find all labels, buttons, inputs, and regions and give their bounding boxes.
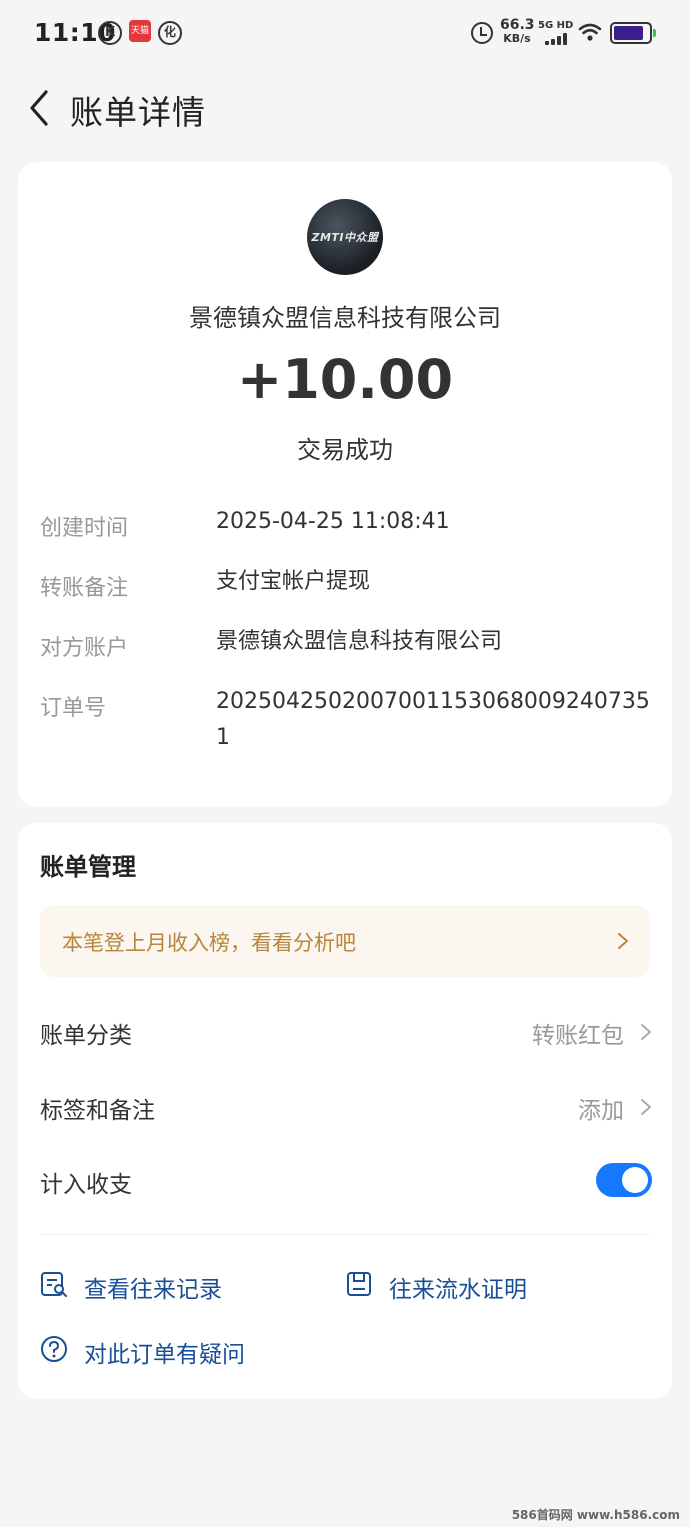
alarm-icon — [471, 22, 493, 44]
detail-value: 支付宝帐户提现 — [216, 569, 371, 594]
detail-label: 转账备注 — [40, 576, 129, 601]
network-type: 5G HD — [538, 20, 574, 31]
merchant-logo-text: ZMTI中众盟 — [311, 231, 379, 244]
payment-app-icon: 化 — [158, 21, 182, 45]
row-value: 转账红包 — [532, 1023, 624, 1049]
link-label: 查看往来记录 — [84, 1277, 222, 1303]
count-in-balance-row: 计入收支 — [40, 1157, 652, 1207]
order-number-value[interactable]: 2025042502007001153068009240735 1 — [216, 684, 660, 756]
chevron-right-icon — [641, 1024, 651, 1040]
certificate-icon — [347, 1272, 371, 1296]
bill-category-row[interactable]: 账单分类 转账红包 — [40, 1008, 652, 1058]
bill-management-card: 账单管理 本笔登上月收入榜，看看分析吧 账单分类 转账红包 标签和备注 添加 计… — [18, 823, 672, 1399]
link-label: 往来流水证明 — [389, 1277, 527, 1303]
row-label: 计入收支 — [40, 1172, 132, 1198]
detail-label: 对方账户 — [40, 636, 129, 661]
transaction-status: 交易成功 — [297, 436, 393, 464]
merchant-avatar: ZMTI中众盟 — [307, 199, 383, 275]
banner-text: 本笔登上月收入榜，看看分析吧 — [62, 931, 356, 955]
transaction-amount: +10.00 — [236, 348, 454, 411]
count-in-balance-toggle[interactable] — [596, 1163, 652, 1197]
detail-label: 订单号 — [40, 696, 107, 721]
k-app-icon: K — [98, 21, 122, 45]
signal-icon — [545, 33, 571, 45]
help-circle-icon — [41, 1336, 67, 1362]
merchant-name: 景德镇众盟信息科技有限公司 — [189, 304, 501, 332]
link-label: 对此订单有疑问 — [84, 1342, 245, 1368]
order-question-link[interactable]: 对此订单有疑问 — [40, 1329, 300, 1369]
site-watermark: 586首码网 www.h586.com — [511, 1508, 680, 1522]
detail-label: 创建时间 — [40, 516, 129, 541]
battery-icon — [610, 22, 656, 44]
chevron-right-icon — [618, 933, 628, 949]
bill-detail-page: 11:10 K 天猫 化 66.3 KB/s 5G HD 账单详情 ZMTI中众… — [0, 0, 690, 1527]
section-title: 账单管理 — [40, 853, 136, 881]
detail-value: 2025-04-25 11:08:41 — [216, 509, 450, 534]
header: 账单详情 — [0, 66, 690, 146]
income-ranking-banner[interactable]: 本笔登上月收入榜，看看分析吧 — [40, 905, 650, 977]
divider — [40, 1234, 650, 1235]
row-value: 添加 — [578, 1098, 624, 1124]
tmall-app-icon: 天猫 — [129, 20, 151, 42]
page-title: 账单详情 — [70, 93, 206, 132]
network-speed-unit: KB/s — [503, 32, 531, 45]
tags-notes-row[interactable]: 标签和备注 添加 — [40, 1083, 652, 1133]
back-arrow-icon[interactable] — [24, 88, 56, 128]
status-bar: 11:10 K 天猫 化 66.3 KB/s 5G HD — [0, 0, 690, 66]
view-history-link[interactable]: 查看往来记录 — [40, 1264, 260, 1304]
transaction-card: ZMTI中众盟 景德镇众盟信息科技有限公司 +10.00 交易成功 创建时间 2… — [18, 162, 672, 807]
row-label: 标签和备注 — [40, 1098, 155, 1124]
network-speed-value: 66.3 — [500, 17, 535, 33]
detail-value[interactable]: 景德镇众盟信息科技有限公司 — [216, 624, 660, 660]
chevron-right-icon — [641, 1099, 651, 1115]
transaction-proof-link[interactable]: 往来流水证明 — [345, 1264, 565, 1304]
record-search-icon — [41, 1272, 67, 1297]
network-speed: 66.3 KB/s — [500, 17, 535, 46]
wifi-icon — [578, 23, 602, 41]
row-label: 账单分类 — [40, 1023, 132, 1049]
